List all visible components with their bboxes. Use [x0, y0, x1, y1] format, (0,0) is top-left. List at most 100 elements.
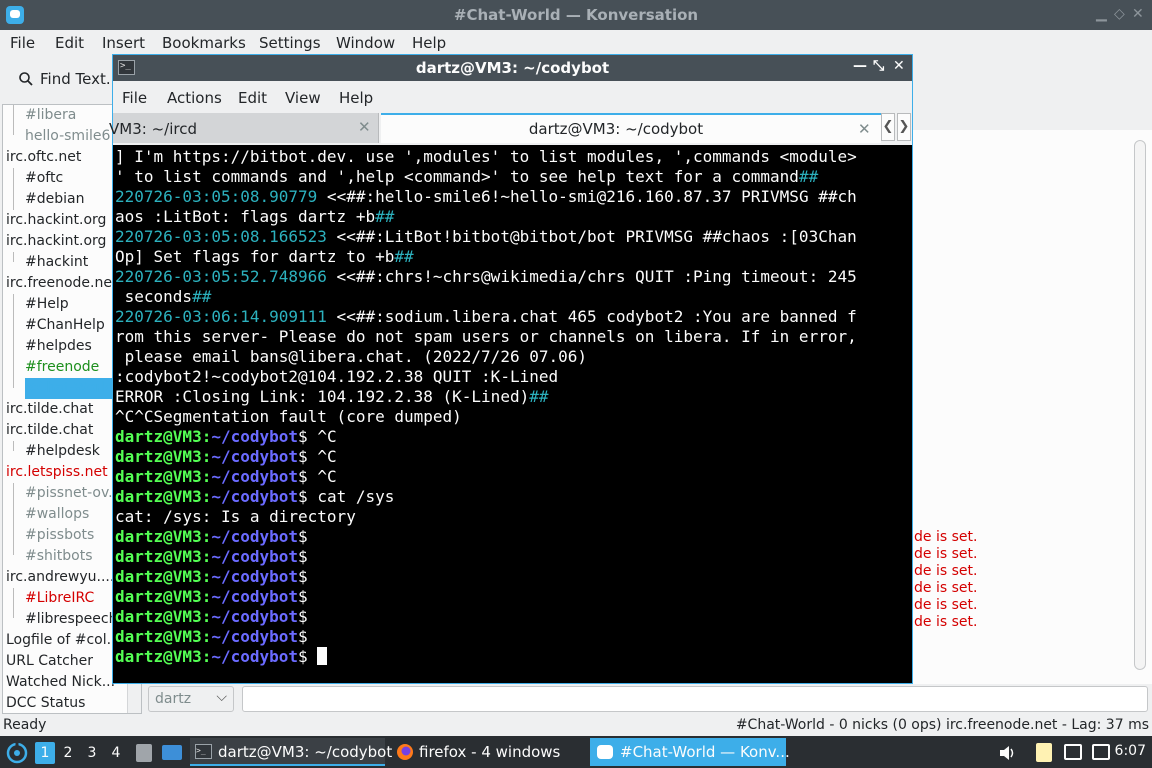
- chat-message-fragment: de is set.: [914, 563, 978, 579]
- minimize-icon[interactable]: ▁: [1096, 6, 1107, 22]
- task-konsole-label: dartz@VM3: ~/codybot: [218, 743, 393, 761]
- menu-window[interactable]: Window: [336, 34, 395, 52]
- message-input[interactable]: [242, 686, 1148, 712]
- task-firefox-label: firefox - 4 windows: [419, 743, 561, 761]
- show-desktop-icon[interactable]: [162, 745, 182, 760]
- tree-connector: [13, 483, 14, 555]
- terminal-output[interactable]: ] I'm https://bitbot.dev. use ',modules'…: [113, 145, 912, 683]
- clock[interactable]: 6:07: [1115, 743, 1146, 759]
- tab-ircd[interactable]: VM3: ~/ircd ✕: [109, 113, 379, 143]
- restore-icon[interactable]: ⤡: [873, 58, 884, 74]
- tree-item[interactable]: DCC Status: [6, 693, 132, 713]
- network-icon[interactable]: [1064, 744, 1082, 760]
- tab-codybot-label: dartz@VM3: ~/codybot: [528, 120, 704, 138]
- prompt-path: ~/codybot: [211, 527, 299, 546]
- konsole-menubar: File Actions Edit View Help: [113, 81, 912, 111]
- tree-connector: [13, 588, 14, 618]
- clipboard-icon[interactable]: [1036, 743, 1052, 762]
- log-terminator: ##: [192, 287, 212, 306]
- menu-help[interactable]: Help: [412, 34, 446, 52]
- terminal-line: dartz@VM3:~/codybot$: [115, 587, 308, 607]
- konsole-menu-edit[interactable]: Edit: [238, 89, 267, 107]
- konsole-menu-view[interactable]: View: [285, 89, 321, 107]
- task-konversation[interactable]: #Chat-World — Konv...: [590, 738, 790, 766]
- minimize-icon[interactable]: —: [853, 58, 867, 74]
- prompt-user: dartz@VM3: [115, 607, 202, 626]
- terminal-line: dartz@VM3:~/codybot$: [115, 527, 308, 547]
- terminal-line: dartz@VM3:~/codybot$: [115, 567, 308, 587]
- notifications-icon[interactable]: [1092, 744, 1110, 760]
- nickname-selector[interactable]: dartz ⌵: [148, 686, 234, 712]
- prompt-path: ~/codybot: [211, 467, 299, 486]
- status-ready: Ready: [3, 717, 47, 733]
- prompt-sign: $: [298, 527, 308, 546]
- prompt-separator: :: [201, 587, 212, 606]
- prompt-separator: :: [201, 487, 212, 506]
- search-icon: [19, 72, 33, 86]
- terminal-line: seconds##: [115, 287, 212, 307]
- konsole-window: >_ dartz@VM3: ~/codybot — ⤡ ✕ File Actio…: [109, 54, 913, 684]
- tab-scroll-right-icon[interactable]: ❯: [897, 113, 911, 141]
- log-text: ^C^CSegmentation fault (core dumped): [115, 407, 462, 426]
- close-icon[interactable]: ✕: [1132, 6, 1144, 22]
- terminal-icon: >_: [195, 744, 212, 759]
- prompt-separator: :: [201, 547, 212, 566]
- task-konsole[interactable]: >_ dartz@VM3: ~/codybot: [190, 738, 392, 766]
- chat-scrollbar[interactable]: [1134, 140, 1146, 670]
- log-text: rom this server- Please do not spam user…: [115, 327, 857, 346]
- file-manager-icon[interactable]: [136, 744, 152, 762]
- prompt-user: dartz@VM3: [115, 467, 202, 486]
- desktop-3[interactable]: 3: [82, 742, 102, 764]
- find-text-button[interactable]: Find Text...: [18, 70, 120, 88]
- desktop-1[interactable]: 1: [35, 742, 55, 764]
- konsole-menu-actions[interactable]: Actions: [167, 89, 222, 107]
- prompt-user: dartz@VM3: [115, 627, 202, 646]
- chat-message-fragment: de is set.: [914, 546, 978, 562]
- tree-connector: [13, 294, 14, 388]
- chat-message-fragment: de is set.: [914, 597, 978, 613]
- prompt-path: ~/codybot: [211, 567, 299, 586]
- task-firefox[interactable]: firefox - 4 windows: [392, 738, 582, 766]
- log-text: <<##:sodium.libera.chat 465 codybot2 :Yo…: [326, 307, 857, 326]
- tab-close-icon[interactable]: ✕: [358, 118, 371, 136]
- task-konversation-label: #Chat-World — Konv...: [620, 743, 790, 761]
- prompt-sign: $: [298, 627, 308, 646]
- terminal-line: dartz@VM3:~/codybot$ ^C: [115, 427, 337, 447]
- terminal-line: ^C^CSegmentation fault (core dumped): [115, 407, 462, 427]
- terminal-line: Op] Set flags for dartz to +b##: [115, 247, 414, 267]
- log-text: aos :LitBot: flags dartz +b: [115, 207, 376, 226]
- menu-edit[interactable]: Edit: [55, 34, 84, 52]
- tab-scroll-left-icon[interactable]: ❮: [881, 113, 895, 141]
- konsole-window-title: dartz@VM3: ~/codybot: [415, 59, 610, 77]
- menu-settings[interactable]: Settings: [259, 34, 321, 52]
- prompt-separator: :: [201, 647, 212, 666]
- close-icon[interactable]: ✕: [893, 58, 905, 74]
- prompt-separator: :: [201, 427, 212, 446]
- konsole-menu-help[interactable]: Help: [339, 89, 373, 107]
- log-terminator: ##: [375, 207, 395, 226]
- application-launcher-icon[interactable]: [6, 742, 28, 764]
- menu-insert[interactable]: Insert: [102, 34, 145, 52]
- prompt-sign: $: [298, 607, 308, 626]
- prompt-path: ~/codybot: [211, 607, 299, 626]
- tree-connector: [13, 252, 14, 262]
- volume-icon[interactable]: [998, 744, 1016, 762]
- prompt-sign: $: [298, 427, 308, 446]
- desktop-2[interactable]: 2: [58, 742, 78, 764]
- tab-close-icon[interactable]: ✕: [858, 120, 871, 138]
- menu-file[interactable]: File: [10, 34, 35, 52]
- menu-bookmarks[interactable]: Bookmarks: [162, 34, 246, 52]
- input-row: dartz ⌵: [146, 686, 1152, 714]
- prompt-separator: :: [201, 627, 212, 646]
- tab-codybot[interactable]: dartz@VM3: ~/codybot ✕: [381, 113, 881, 143]
- terminal-line: ' to list commands and ',help <command>'…: [115, 167, 818, 187]
- prompt-user: dartz@VM3: [115, 527, 202, 546]
- log-text: ERROR :Closing Link: 104.192.2.38 (K-Lin…: [115, 387, 530, 406]
- desktop-4[interactable]: 4: [106, 742, 126, 764]
- konsole-menu-file[interactable]: File: [122, 89, 147, 107]
- maximize-icon[interactable]: ◇: [1114, 6, 1125, 22]
- prompt-sign: $: [298, 647, 308, 666]
- log-timestamp: 220726-03:05:08.90779: [115, 187, 318, 206]
- prompt-user: dartz@VM3: [115, 487, 202, 506]
- terminal-line: dartz@VM3:~/codybot$: [115, 627, 308, 647]
